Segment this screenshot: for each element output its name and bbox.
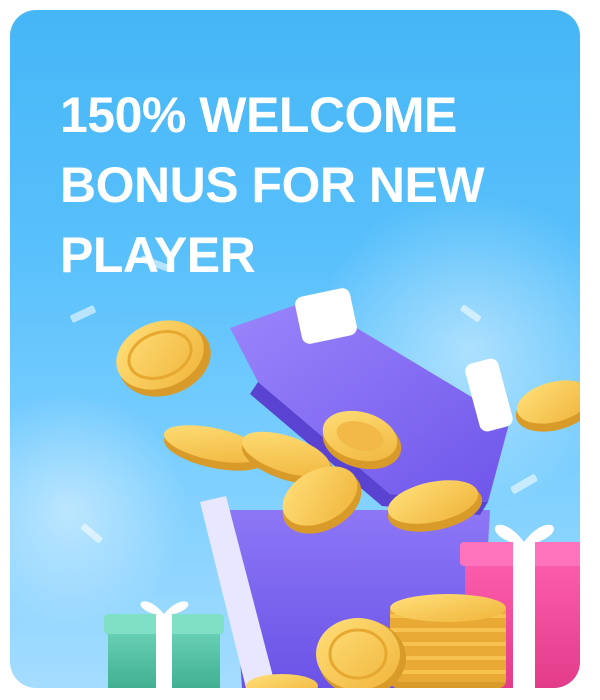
gift-box-with-coins-icon <box>70 255 580 688</box>
welcome-bonus-card[interactable]: 150% WELCOME BONUS FOR NEW PLAYER <box>10 10 580 688</box>
gift-box-icon <box>104 601 224 688</box>
gold-coin-icon <box>390 594 506 688</box>
